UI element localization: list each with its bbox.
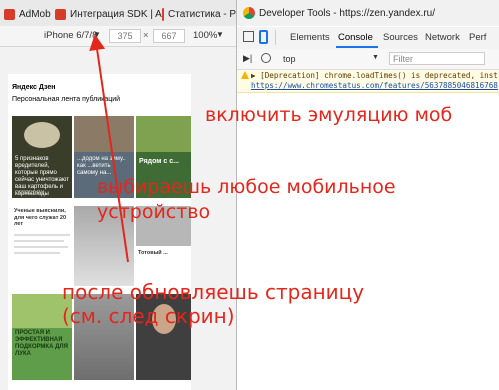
annotation-refresh: после обновляешь страницу: [62, 280, 365, 304]
annotation-refresh-line2: (см. след скрин): [62, 304, 235, 328]
annotation-select-device: выбираешь любое мобильное: [97, 176, 396, 198]
arrow-line: [89, 34, 129, 263]
annotation-enable-emulation: включить эмуляцию моб: [205, 104, 453, 126]
annotation-select-device-line2: устройство: [97, 201, 211, 223]
